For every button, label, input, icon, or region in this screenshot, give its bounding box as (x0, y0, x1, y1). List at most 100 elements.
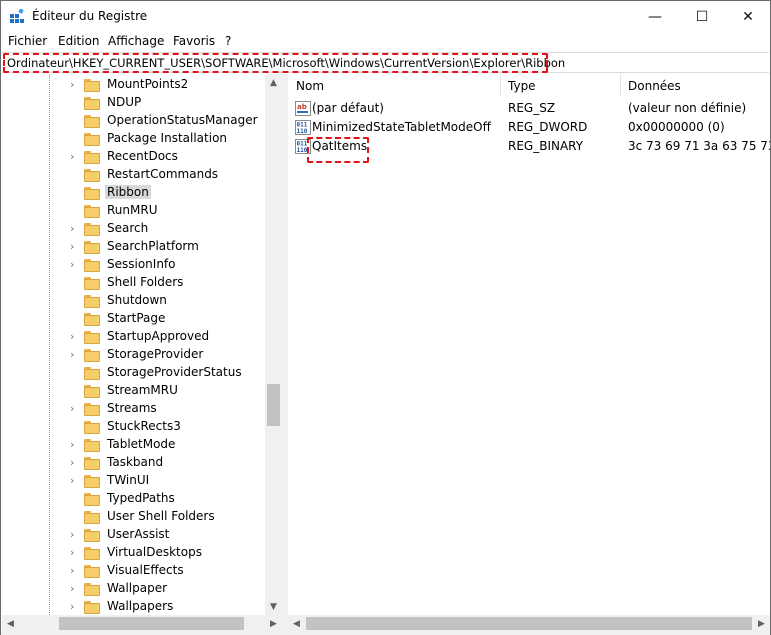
tree-item[interactable]: › RecentDocs (2, 148, 265, 166)
window-title: Éditeur du Registre (32, 9, 148, 23)
chevron-right-icon[interactable]: › (70, 241, 80, 253)
tree-item[interactable]: Shell Folders (2, 274, 265, 292)
chevron-right-icon[interactable]: › (70, 457, 80, 469)
tree-item-label: VisualEffects (107, 563, 184, 577)
key-tree-pane[interactable]: › MountPoints2 NDUP OperationStatusManager P… (2, 74, 281, 615)
tree-item[interactable]: › StorageProvider (2, 346, 265, 364)
values-list-pane[interactable]: Nom Type Données ab (par défaut) REG_SZ … (288, 74, 770, 615)
chevron-right-icon[interactable]: › (70, 565, 80, 577)
tree-item[interactable]: › MountPoints2 (2, 76, 265, 94)
chevron-right-icon[interactable]: › (70, 223, 80, 235)
address-bar[interactable]: Ordinateur\HKEY_CURRENT_USER\SOFTWARE\Mi… (2, 52, 769, 73)
value-name: QatItems (312, 139, 368, 153)
menu-bar: Fichier Edition Affichage Favoris ? (1, 32, 770, 52)
menu-affichage[interactable]: Affichage (108, 34, 164, 48)
tree-item[interactable]: User Shell Folders (2, 508, 265, 526)
tree-item[interactable]: StorageProviderStatus (2, 364, 265, 382)
tree-item[interactable]: TypedPaths (2, 490, 265, 508)
chevron-right-icon[interactable]: › (70, 403, 80, 415)
menu-fichier[interactable]: Fichier (8, 34, 47, 48)
tree-item-label: Streams (107, 401, 157, 415)
column-header-type[interactable]: Type (508, 74, 536, 97)
chevron-right-icon[interactable]: › (70, 547, 80, 559)
tree-item[interactable]: StuckRects3 (2, 418, 265, 436)
chevron-right-icon[interactable]: › (70, 331, 80, 343)
maximize-button[interactable]: ☐ (679, 1, 725, 32)
tree-vertical-scroll-thumb[interactable] (267, 384, 280, 426)
tree-item[interactable]: › Wallpapers (2, 598, 265, 615)
folder-icon (84, 169, 100, 182)
tree-item[interactable]: RestartCommands (2, 166, 265, 184)
title-bar[interactable]: Éditeur du Registre — ☐ ✕ (1, 1, 770, 32)
tree-item[interactable]: › SearchPlatform (2, 238, 265, 256)
close-icon: ✕ (742, 8, 754, 25)
tree-item[interactable]: Ribbon (2, 184, 265, 202)
tree-item[interactable]: NDUP (2, 94, 265, 112)
values-horizontal-scroll-thumb[interactable] (306, 617, 752, 630)
column-header-data[interactable]: Données (628, 74, 681, 97)
column-separator[interactable] (500, 74, 501, 97)
tree-item[interactable]: StreamMRU (2, 382, 265, 400)
chevron-right-icon[interactable]: › (70, 259, 80, 271)
tree-item[interactable]: › TabletMode (2, 436, 265, 454)
folder-icon (84, 457, 100, 470)
values-horizontal-scrollbar[interactable]: ◀ ▶ (288, 615, 770, 632)
scroll-right-icon[interactable]: ▶ (265, 615, 282, 632)
chevron-right-icon[interactable]: › (70, 601, 80, 613)
scroll-up-icon[interactable]: ▲ (265, 74, 282, 91)
close-button[interactable]: ✕ (725, 1, 771, 32)
value-row[interactable]: 011 110 MinimizedStateTabletModeOff REG_… (288, 118, 770, 137)
address-path: Ordinateur\HKEY_CURRENT_USER\SOFTWARE\Mi… (7, 56, 566, 70)
scroll-left-icon[interactable]: ◀ (2, 615, 19, 632)
tree-item-label: StorageProvider (107, 347, 204, 361)
folder-icon (84, 565, 100, 578)
menu-favoris[interactable]: Favoris (173, 34, 215, 48)
tree-item[interactable]: Package Installation (2, 130, 265, 148)
tree-item[interactable]: OperationStatusManager (2, 112, 265, 130)
minimize-button[interactable]: — (632, 1, 678, 32)
tree-item[interactable]: › Streams (2, 400, 265, 418)
folder-icon (84, 133, 100, 146)
column-separator[interactable] (620, 74, 621, 97)
menu-help[interactable]: ? (225, 34, 231, 48)
chevron-right-icon[interactable]: › (70, 151, 80, 163)
tree-item[interactable]: › VisualEffects (2, 562, 265, 580)
chevron-right-icon[interactable]: › (70, 439, 80, 451)
folder-icon (84, 313, 100, 326)
tree-item[interactable]: StartPage (2, 310, 265, 328)
value-row[interactable]: ab (par défaut) REG_SZ (valeur non défin… (288, 99, 770, 118)
chevron-right-icon[interactable]: › (70, 349, 80, 361)
tree-item[interactable]: › UserAssist (2, 526, 265, 544)
tree-item[interactable]: › Wallpaper (2, 580, 265, 598)
tree-item[interactable]: › TWinUI (2, 472, 265, 490)
chevron-right-icon[interactable]: › (70, 529, 80, 541)
tree-horizontal-scrollbar[interactable]: ◀ ▶ (2, 615, 282, 632)
folder-icon (84, 79, 100, 92)
chevron-right-icon[interactable]: › (70, 475, 80, 487)
svg-text:ab: ab (297, 103, 307, 111)
value-row[interactable]: 011 110 QatItems REG_BINARY 3c 73 69 71 … (288, 137, 770, 156)
menu-edition[interactable]: Edition (58, 34, 100, 48)
folder-icon (84, 403, 100, 416)
tree-item[interactable]: › VirtualDesktops (2, 544, 265, 562)
chevron-right-icon[interactable]: › (70, 79, 80, 91)
tree-item-label: SearchPlatform (107, 239, 199, 253)
tree-item[interactable]: › StartupApproved (2, 328, 265, 346)
scroll-left-icon[interactable]: ◀ (288, 615, 305, 632)
folder-icon (84, 151, 100, 164)
tree-item-label: Wallpaper (107, 581, 168, 595)
tree-item[interactable]: › SessionInfo (2, 256, 265, 274)
folder-icon (84, 205, 100, 218)
tree-item-label: RecentDocs (107, 149, 178, 163)
tree-horizontal-scroll-thumb[interactable] (59, 617, 244, 630)
tree-item[interactable]: › Taskband (2, 454, 265, 472)
scroll-down-icon[interactable]: ▼ (265, 598, 282, 615)
chevron-right-icon[interactable]: › (70, 583, 80, 595)
tree-item[interactable]: RunMRU (2, 202, 265, 220)
tree-item[interactable]: Shutdown (2, 292, 265, 310)
column-header-name[interactable]: Nom (296, 74, 324, 97)
tree-item[interactable]: › Search (2, 220, 265, 238)
scroll-right-icon[interactable]: ▶ (753, 615, 770, 632)
tree-vertical-scrollbar[interactable]: ▲ ▼ (265, 74, 282, 615)
string-value-icon: ab (295, 101, 311, 116)
